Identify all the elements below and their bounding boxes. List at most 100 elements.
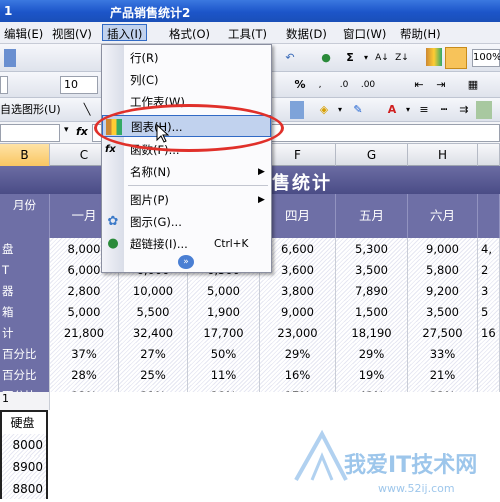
table-cell[interactable]: 29% — [336, 343, 408, 365]
decrease-indent-icon[interactable]: ⇤ — [410, 76, 428, 94]
insert-hyperlink-item[interactable]: ● 超链接(I)... Ctrl+K — [102, 233, 271, 255]
table-cell[interactable]: 5,000 — [188, 280, 260, 302]
line-icon[interactable]: ╲ — [80, 101, 94, 119]
menu-tools[interactable]: 工具(T) — [224, 25, 271, 42]
table-cell[interactable]: 10,000 — [119, 280, 188, 302]
table-cell[interactable]: 32,400 — [119, 322, 188, 344]
month-header-cell[interactable]: 五月 — [336, 194, 408, 238]
insert-diagram-item[interactable]: ✿ 图示(G)... — [102, 211, 271, 233]
insert-name-item[interactable]: 名称(N) ▶ — [102, 161, 271, 183]
table-cell[interactable]: 3,800 — [260, 280, 336, 302]
undo-icon[interactable]: ↶ — [282, 49, 298, 67]
menu-format[interactable]: 格式(O) — [165, 25, 214, 42]
fill-color-icon[interactable]: ◈ — [316, 101, 332, 119]
menu-data[interactable]: 数据(D) — [282, 25, 331, 42]
table-cell[interactable]: 21,800 — [50, 322, 119, 344]
insert-row-item[interactable]: 行(R) — [102, 47, 271, 69]
table-cell[interactable]: 17,700 — [188, 322, 260, 344]
borders-icon[interactable]: ▦ — [464, 76, 482, 94]
line-style-icon[interactable]: ≡ — [416, 101, 432, 119]
month-header-label[interactable]: 月份 — [0, 194, 50, 238]
name-box-dropdown-icon[interactable]: ▾ — [64, 125, 69, 135]
menu-edit[interactable]: 编辑(E) — [0, 25, 47, 42]
row-label[interactable]: 盘 — [0, 238, 50, 260]
insert-picture-item[interactable]: 图片(P) ▶ — [102, 189, 271, 211]
table-cell[interactable] — [478, 364, 500, 386]
currency-icon[interactable]: % — [292, 76, 308, 94]
table-cell[interactable]: 28% — [50, 364, 119, 386]
table-cell[interactable]: 3,500 — [336, 259, 408, 281]
autoshapes-menu[interactable]: 自选图形(U) — [0, 101, 76, 119]
column-header-b[interactable]: B — [0, 144, 50, 166]
table-cell[interactable]: 3 — [478, 280, 500, 302]
month-header-cell[interactable] — [478, 194, 500, 238]
table-cell[interactable]: 27,500 — [408, 322, 478, 344]
row-label[interactable]: 计 — [0, 322, 50, 344]
table-cell[interactable]: 5,300 — [336, 238, 408, 260]
mini-table-cell[interactable]: 8900 — [2, 456, 46, 478]
table-cell[interactable] — [478, 343, 500, 365]
chart-wizard-icon[interactable] — [426, 48, 442, 66]
font-name-select[interactable] — [0, 76, 8, 94]
table-cell[interactable]: 5,500 — [119, 301, 188, 323]
autosum-icon[interactable]: Σ — [342, 49, 358, 67]
column-header-h[interactable]: H — [408, 144, 478, 166]
insert-picture-icon[interactable] — [290, 101, 304, 119]
table-cell[interactable]: 4, — [478, 238, 500, 260]
row-label[interactable]: 百分比 — [0, 343, 50, 365]
table-cell[interactable]: 11% — [188, 364, 260, 386]
table-cell[interactable]: 9,000 — [408, 238, 478, 260]
row-label[interactable]: 百分比 — [0, 364, 50, 386]
zoom-select[interactable]: 100% — [472, 49, 500, 67]
table-cell[interactable]: 21% — [408, 364, 478, 386]
table-cell[interactable]: 5,000 — [50, 301, 119, 323]
table-cell[interactable]: 2,800 — [50, 280, 119, 302]
table-cell[interactable]: 23,000 — [260, 322, 336, 344]
menu-insert[interactable]: 插入(I) — [102, 24, 148, 41]
table-cell[interactable]: 9,000 — [260, 301, 336, 323]
mini-table-cell[interactable]: 8800 — [2, 478, 46, 499]
line-color-icon[interactable]: ✎ — [350, 101, 366, 119]
sort-descending-icon[interactable]: Z↓ — [394, 49, 410, 67]
sort-ascending-icon[interactable]: A↓ — [374, 49, 390, 67]
table-cell[interactable]: 29% — [260, 343, 336, 365]
increase-decimal-icon[interactable]: .0 — [334, 76, 354, 94]
insert-column-item[interactable]: 列(C) — [102, 69, 271, 91]
table-cell[interactable]: 1,500 — [336, 301, 408, 323]
expand-menu-chevron-icon[interactable]: » — [178, 255, 194, 269]
comma-style-icon[interactable]: , — [312, 76, 328, 94]
column-header-i[interactable] — [478, 144, 500, 166]
table-cell[interactable]: 37% — [50, 343, 119, 365]
autosum-dropdown-icon[interactable]: ▾ — [362, 49, 370, 67]
insert-function-icon[interactable]: fx — [76, 125, 88, 138]
menu-view[interactable]: 视图(V) — [48, 25, 96, 42]
hyperlink-icon[interactable]: ● — [318, 49, 334, 67]
font-size-select[interactable]: 10 — [60, 76, 98, 94]
menu-window[interactable]: 窗口(W) — [339, 25, 390, 42]
table-cell[interactable]: 19% — [336, 364, 408, 386]
menu-help[interactable]: 帮助(H) — [396, 25, 445, 42]
table-cell[interactable]: 9,200 — [408, 280, 478, 302]
fill-color-dropdown-icon[interactable]: ▾ — [336, 101, 344, 119]
column-header-g[interactable]: G — [336, 144, 408, 166]
mini-table-cell[interactable]: 8000 — [2, 434, 46, 456]
arrow-style-icon[interactable]: ⇉ — [456, 101, 472, 119]
table-cell[interactable]: 33% — [408, 343, 478, 365]
decrease-decimal-icon[interactable]: .00 — [358, 76, 378, 94]
month-header-cell[interactable]: 六月 — [408, 194, 478, 238]
row-label[interactable]: 箱 — [0, 301, 50, 323]
table-cell[interactable]: 18,190 — [336, 322, 408, 344]
row-label[interactable]: 器 — [0, 280, 50, 302]
drawing-icon[interactable] — [445, 47, 467, 69]
table-cell[interactable]: 3,500 — [408, 301, 478, 323]
table-cell[interactable]: 1,900 — [188, 301, 260, 323]
toolbar-icon[interactable] — [4, 49, 16, 67]
mini-table-header[interactable]: 硬盘 — [2, 412, 46, 434]
table-cell[interactable]: 25% — [119, 364, 188, 386]
table-cell[interactable]: 16 — [478, 322, 500, 344]
table-cell[interactable]: 5 — [478, 301, 500, 323]
font-color-icon[interactable]: A — [384, 101, 400, 119]
table-cell[interactable]: 16% — [260, 364, 336, 386]
table-cell[interactable]: 27% — [119, 343, 188, 365]
dash-style-icon[interactable]: ┅ — [436, 101, 452, 119]
